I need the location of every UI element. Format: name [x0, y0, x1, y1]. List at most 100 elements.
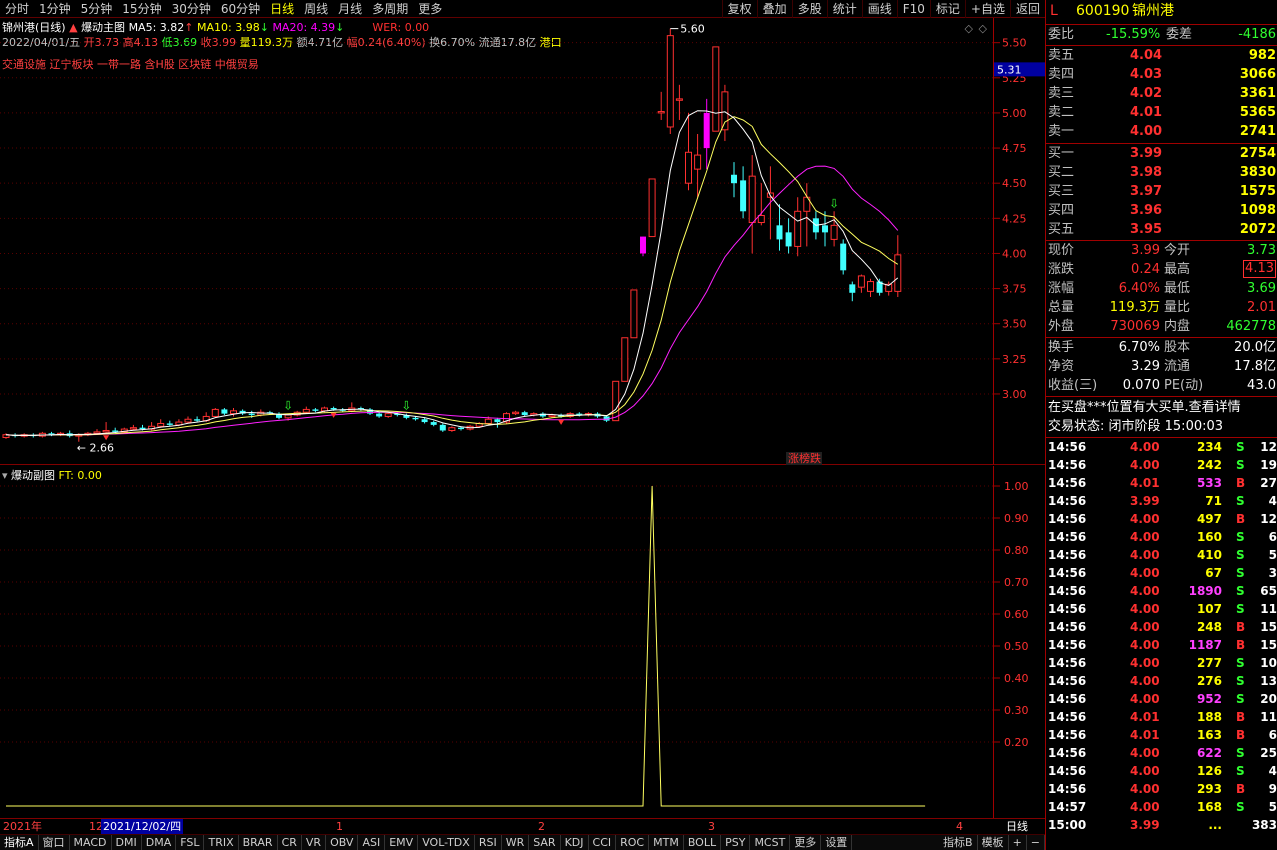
indicator-tab[interactable]: 更多	[790, 835, 822, 850]
stat-label: 量比	[1164, 300, 1191, 315]
stat-value: 3.69	[1247, 281, 1276, 296]
indicator-tab[interactable]: CR	[278, 835, 302, 850]
candlestick-chart[interactable]: 5.60 ← 2.66 ⇩ ⇩ ⇩ 涨榜跌	[0, 18, 993, 465]
toolbar-action-button[interactable]: 统计	[826, 0, 862, 18]
indicator-tab[interactable]: PSY	[721, 835, 751, 850]
indicator-tab[interactable]: OBV	[326, 835, 359, 850]
bids-level-row[interactable]: 买二 3.98 3830	[1046, 163, 1277, 182]
period-tab[interactable]: 更多	[413, 0, 447, 17]
asks-level-row[interactable]: 卖二 4.01 5365	[1046, 103, 1277, 122]
tick-time: 14:56	[1048, 782, 1087, 796]
indicator-tab[interactable]: ASI	[358, 835, 386, 850]
tick-count: 9	[1268, 782, 1277, 796]
tick-volume: 1187	[1188, 638, 1222, 652]
tick-row: 14:56 4.00 234 S 12	[1046, 438, 1277, 456]
bids-level-row[interactable]: 买一 3.99 2754	[1046, 144, 1277, 163]
indicator-tab[interactable]: SAR	[529, 835, 561, 850]
main-chart-panel: 锦州港(日线) ▲ 爆动主图 MA5: 3.82↑ MA10: 3.98↓ MA…	[0, 18, 993, 465]
tick-side: B	[1236, 512, 1246, 526]
toolbar-action-button[interactable]: +自选	[964, 0, 1010, 18]
cursor-date: 2021/12/02/四	[101, 819, 184, 834]
toolbar-action-button[interactable]: 返回	[1009, 0, 1045, 18]
tick-count: 4	[1268, 494, 1277, 508]
sell-signal-arrow-icon: ⇩	[401, 399, 411, 413]
stat-label: 现价	[1048, 243, 1075, 258]
indicator-tab[interactable]: RSI	[475, 835, 502, 850]
period-indicator[interactable]: 日线	[1006, 819, 1028, 834]
toolbar-action-button[interactable]: 标记	[929, 0, 965, 18]
indicator-tab[interactable]: DMI	[112, 835, 142, 850]
period-tab[interactable]: 多周期	[367, 0, 413, 17]
asks-level-label: 卖四	[1048, 67, 1075, 82]
indicator-tab[interactable]: 设置	[821, 835, 853, 850]
tick-side: S	[1236, 602, 1245, 616]
big-order-notice[interactable]: 在买盘***位置有大买单.查看详情	[1046, 398, 1277, 417]
ma20-line	[5, 165, 899, 436]
asks-level-volume: 5365	[1239, 105, 1276, 120]
bottom-right-button[interactable]: +	[1009, 835, 1027, 850]
bottom-right-button[interactable]: 模板	[978, 835, 1009, 850]
indicator-tab[interactable]: TRIX	[204, 835, 239, 850]
tick-volume: 168	[1196, 800, 1222, 814]
candle-body	[612, 380, 620, 422]
indicator-tab[interactable]: BOLL	[684, 835, 722, 850]
indicator-tab[interactable]: BRAR	[239, 835, 278, 850]
indicator-tab[interactable]: MCST	[750, 835, 791, 850]
period-tab[interactable]: 5分钟	[76, 0, 118, 17]
bottom-right-button[interactable]: 指标B	[939, 835, 978, 850]
indicator-tab[interactable]: 指标A	[0, 835, 39, 850]
tick-price: 4.00	[1130, 458, 1160, 472]
asks-level-row[interactable]: 卖三 4.02 3361	[1046, 84, 1277, 103]
tick-side: B	[1236, 638, 1246, 652]
tick-count: 6	[1268, 728, 1277, 742]
candle-body	[102, 429, 110, 433]
period-tab[interactable]: 1分钟	[34, 0, 76, 17]
period-tabs: 分时 1分钟 5分钟 15分钟 30分钟 60分钟 日线 周线 月线 多周期 更多	[0, 0, 447, 17]
indicator-tab[interactable]: VR	[302, 835, 327, 850]
stat-value: 730069	[1110, 319, 1160, 334]
candle-body	[439, 424, 446, 431]
period-tab[interactable]: 分时	[0, 0, 34, 17]
sub-indicator-chart[interactable]	[0, 466, 993, 818]
bids-level-row[interactable]: 买五 3.95 2072	[1046, 220, 1277, 239]
tick-side: S	[1236, 530, 1245, 544]
indicator-tab[interactable]: ROC	[616, 835, 650, 850]
asks-level-row[interactable]: 卖一 4.00 2741	[1046, 122, 1277, 141]
tick-price: 4.00	[1130, 674, 1160, 688]
period-tab[interactable]: 月线	[333, 0, 367, 17]
indicator-tab[interactable]: KDJ	[561, 835, 589, 850]
indicator-tab[interactable]: WR	[502, 835, 530, 850]
stat-row: 总量 119.3万 量比 2.01	[1046, 298, 1277, 317]
toolbar-action-button[interactable]: 复权	[721, 0, 757, 18]
indicator-tab[interactable]: EMV	[385, 835, 419, 850]
indicator-tab[interactable]: VOL-TDX	[418, 835, 475, 850]
candle-body	[630, 289, 638, 339]
indicator-tab[interactable]: FSL	[176, 835, 205, 850]
indicator-tab[interactable]: CCI	[589, 835, 617, 850]
toolbar-action-button[interactable]: F10	[896, 0, 930, 18]
tick-row: 14:56 4.00 107 S 11	[1046, 600, 1277, 618]
bids-level-row[interactable]: 买四 3.96 1098	[1046, 201, 1277, 220]
bids-level-row[interactable]: 买三 3.97 1575	[1046, 182, 1277, 201]
toolbar-action-button[interactable]: 画线	[861, 0, 897, 18]
period-tab[interactable]: 60分钟	[216, 0, 265, 17]
asks-level-row[interactable]: 卖四 4.03 3066	[1046, 65, 1277, 84]
asks-level-row[interactable]: 卖五 4.04 982	[1046, 46, 1277, 65]
tick-time: 14:56	[1048, 440, 1087, 454]
cursor-price-label: 5.31	[997, 63, 1022, 76]
period-tab[interactable]: 30分钟	[167, 0, 216, 17]
period-tab[interactable]: 周线	[299, 0, 333, 17]
indicator-tab[interactable]: DMA	[142, 835, 177, 850]
period-tab[interactable]: 15分钟	[117, 0, 166, 17]
stat-value: 17.8亿	[1234, 359, 1276, 374]
candle-body	[376, 413, 383, 417]
period-tab[interactable]: 日线	[265, 0, 299, 17]
indicator-tab[interactable]: 窗口	[39, 835, 70, 850]
bottom-right-button[interactable]: −	[1027, 835, 1045, 850]
indicator-tab[interactable]: MACD	[70, 835, 112, 850]
toolbar-action-button[interactable]: 多股	[791, 0, 827, 18]
toolbar-action-button[interactable]: 叠加	[756, 0, 792, 18]
stat-label: 股本	[1164, 340, 1191, 355]
candle-body	[230, 410, 237, 415]
indicator-tab[interactable]: MTM	[649, 835, 684, 850]
